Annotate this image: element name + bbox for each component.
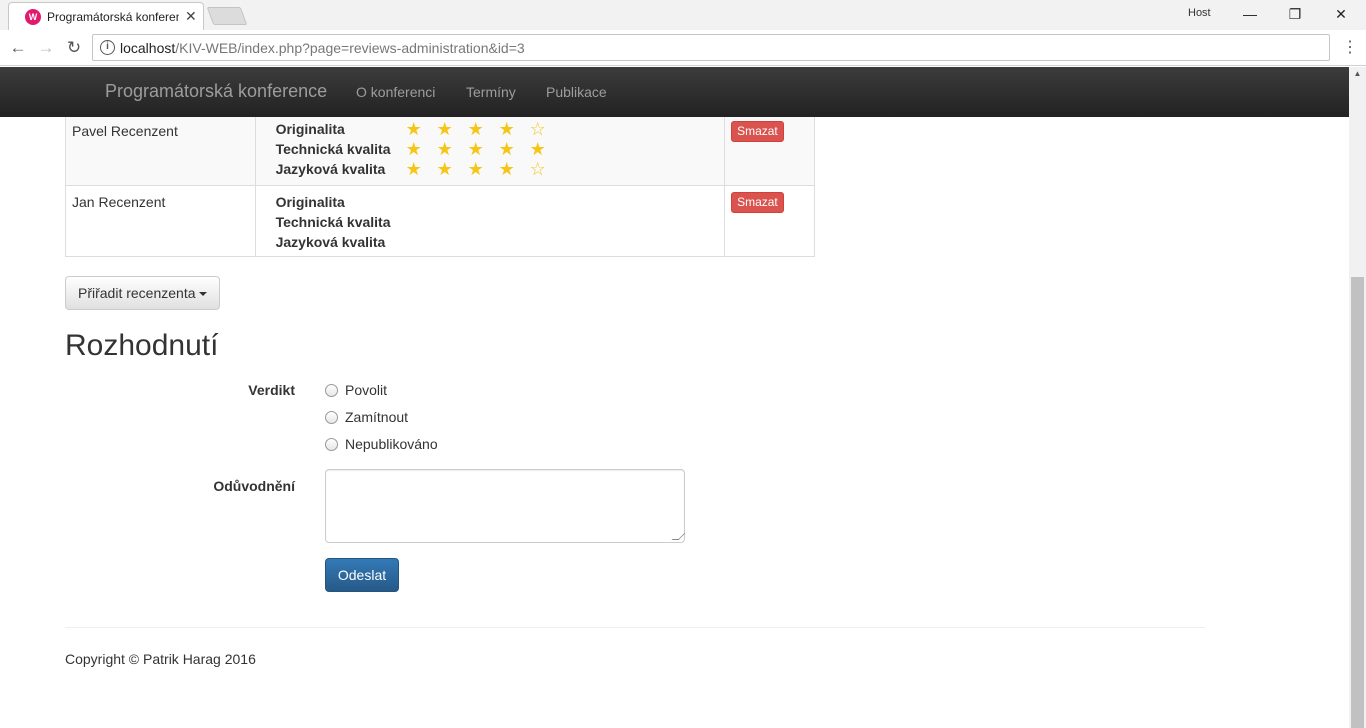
reviews-table: Pavel Recenzent Originalita ★ ★ ★ ★ ☆ Techni… <box>65 114 815 257</box>
page-scrollbar[interactable]: ▲ <box>1349 67 1366 728</box>
star-filled-icon: ★ <box>529 139 546 159</box>
forward-button[interactable]: → <box>34 36 58 60</box>
star-rating: ★ ★ ★ ★ ☆ <box>406 160 561 178</box>
table-row: Pavel Recenzent Originalita ★ ★ ★ ★ ☆ Techni… <box>65 114 815 186</box>
star-filled-icon: ★ <box>405 159 422 179</box>
action-cell: Smazat <box>724 185 815 257</box>
favicon-icon: W <box>25 9 41 25</box>
criteria-cell: Originalita ★ ★ ★ ★ ☆ Technická kvalita ★ ★ ★ ★… <box>254 114 726 186</box>
star-filled-icon: ★ <box>436 119 453 139</box>
delete-review-button[interactable]: Smazat <box>731 192 784 213</box>
arrow-right-icon: → <box>37 38 55 57</box>
footer-copyright: Copyright © Patrik Harag 2016 <box>65 651 256 667</box>
criterion-row: Jazyková kvalita ★ ★ ★ ★ ☆ <box>276 159 704 179</box>
address-bar[interactable]: i localhost/KIV-WEB/index.php?page=revie… <box>92 34 1330 61</box>
star-filled-icon: ★ <box>436 159 453 179</box>
criterion-name: Technická kvalita <box>275 214 391 230</box>
url-host: localhost <box>120 40 176 56</box>
criterion-row: Originalita ★ ★ ★ ★ ☆ <box>276 119 704 139</box>
reviewer-name: Jan Recenzent <box>65 185 256 257</box>
tab-close-icon[interactable]: ✕ <box>185 8 197 24</box>
url-path: /KIV-WEB/index.php?page=reviews-administ… <box>175 40 525 56</box>
radio-button[interactable] <box>325 410 338 424</box>
star-filled-icon: ★ <box>405 139 422 159</box>
submit-button[interactable]: Odeslat <box>325 558 399 592</box>
star-filled-icon: ★ <box>467 159 484 179</box>
criterion-row: Technická kvalita ★ ★ ★ ★ ★ <box>276 139 704 159</box>
url-text[interactable]: localhost/KIV-WEB/index.php?page=reviews… <box>120 40 525 56</box>
radio-option-reject[interactable]: Zamítnout <box>325 407 408 427</box>
criterion-row: Jazyková kvalita <box>276 232 704 252</box>
browser-toolbar: ← → ↻ i localhost/KIV-WEB/index.php?page… <box>0 30 1366 66</box>
radio-option-approve[interactable]: Povolit <box>325 380 387 400</box>
browser-tabstrip: W Programátorská konferen ✕ Host — ❐ ✕ <box>0 0 1366 30</box>
star-rating: ★ ★ ★ ★ ★ <box>406 140 561 158</box>
menu-icon: ⋮ <box>1342 39 1358 56</box>
criterion-name: Jazyková kvalita <box>275 161 386 177</box>
decision-title: Rozhodnutí <box>65 329 219 362</box>
resize-grip-icon[interactable] <box>671 533 686 540</box>
restore-button[interactable]: ❐ <box>1280 3 1310 25</box>
radio-button[interactable] <box>325 383 338 397</box>
reviewer-name: Pavel Recenzent <box>65 114 256 186</box>
criteria-cell: Originalita Technická kvalita Jazyková k… <box>254 185 726 257</box>
criterion-name: Jazyková kvalita <box>275 234 386 250</box>
reason-label: Odůvodnění <box>213 478 295 494</box>
new-tab-button[interactable] <box>206 7 248 25</box>
scroll-up-icon[interactable]: ▲ <box>1349 67 1366 81</box>
verdict-label: Verdikt <box>248 382 295 398</box>
browser-menu-button[interactable]: ⋮ <box>1340 36 1360 60</box>
footer-divider <box>65 627 1205 628</box>
info-icon[interactable]: i <box>100 40 115 55</box>
assign-reviewer-label: Přiřadit recenzenta <box>78 285 196 301</box>
star-filled-icon: ★ <box>498 159 515 179</box>
star-filled-icon: ★ <box>467 139 484 159</box>
close-window-button[interactable]: ✕ <box>1326 3 1356 25</box>
star-empty-icon: ☆ <box>529 119 546 139</box>
star-filled-icon: ★ <box>467 119 484 139</box>
radio-label[interactable]: Povolit <box>345 382 387 398</box>
star-filled-icon: ★ <box>405 119 422 139</box>
radio-button[interactable] <box>325 437 338 451</box>
radio-label[interactable]: Nepublikováno <box>345 436 438 452</box>
criterion-row: Technická kvalita <box>276 212 704 232</box>
reload-button[interactable]: ↻ <box>62 36 86 60</box>
radio-option-unpublished[interactable]: Nepublikováno <box>325 434 438 454</box>
arrow-left-icon: ← <box>9 38 27 57</box>
caret-down-icon <box>198 292 207 297</box>
criterion-row: Originalita <box>276 192 704 212</box>
criterion-name: Originalita <box>275 121 345 137</box>
reload-icon: ↻ <box>66 38 82 57</box>
action-cell: Smazat <box>724 114 815 186</box>
minimize-button[interactable]: — <box>1235 3 1265 25</box>
criterion-name: Technická kvalita <box>275 141 391 157</box>
profile-name[interactable]: Host <box>1188 7 1211 19</box>
star-empty-icon: ☆ <box>529 159 546 179</box>
reason-textarea[interactable] <box>325 469 686 543</box>
criterion-name: Originalita <box>275 194 345 210</box>
nav-link-dates[interactable]: Termíny <box>466 84 516 100</box>
star-rating: ★ ★ ★ ★ ☆ <box>406 120 561 138</box>
table-row: Jan Recenzent Originalita Technická kval… <box>65 185 815 257</box>
assign-reviewer-dropdown[interactable]: Přiřadit recenzenta <box>65 276 220 310</box>
back-button[interactable]: ← <box>6 36 30 60</box>
star-filled-icon: ★ <box>498 119 515 139</box>
browser-tab[interactable]: W Programátorská konferen ✕ <box>8 2 204 30</box>
nav-link-about[interactable]: O konferenci <box>356 84 435 100</box>
radio-label[interactable]: Zamítnout <box>345 409 408 425</box>
tab-title: Programátorská konferen <box>47 10 179 24</box>
scrollbar-thumb[interactable] <box>1351 277 1364 728</box>
site-navbar: Programátorská konference O konferenci T… <box>0 67 1349 117</box>
delete-review-button[interactable]: Smazat <box>731 121 784 142</box>
star-filled-icon: ★ <box>436 139 453 159</box>
page-viewport: Programátorská konference O konferenci T… <box>0 67 1366 728</box>
star-filled-icon: ★ <box>498 139 515 159</box>
navbar-brand[interactable]: Programátorská konference <box>105 81 327 102</box>
nav-link-publications[interactable]: Publikace <box>546 84 607 100</box>
